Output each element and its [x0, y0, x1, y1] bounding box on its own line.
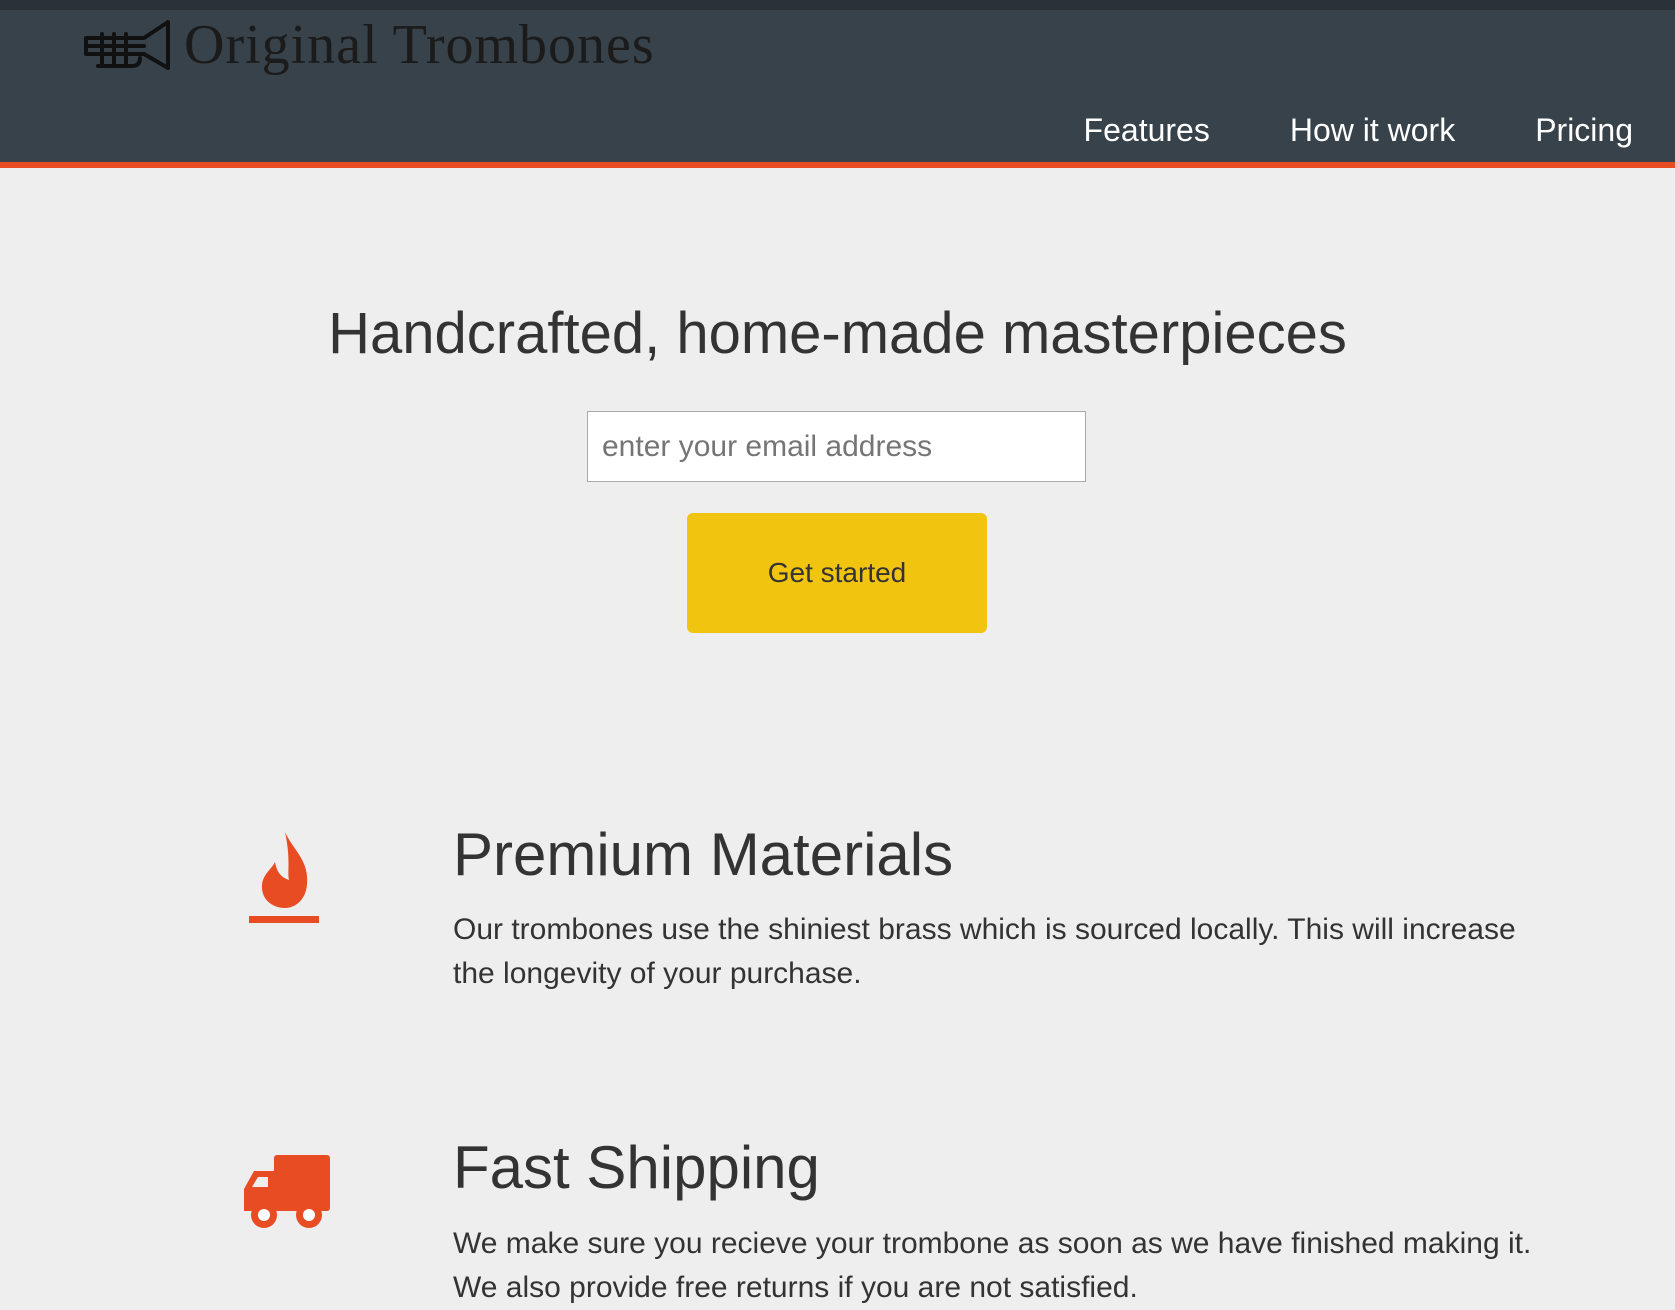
truck-icon: [244, 1155, 330, 1228]
nav-link-how-it-work[interactable]: How it work: [1290, 92, 1455, 168]
feature-title: Premium Materials: [453, 821, 954, 888]
hero-title: Handcrafted, home-made masterpieces: [328, 301, 1347, 366]
site-header: Original Trombones Features How it work …: [0, 0, 1675, 168]
get-started-button[interactable]: Get started: [687, 513, 987, 633]
feature-description: We make sure you recieve your trombone a…: [453, 1227, 1532, 1304]
email-input[interactable]: [587, 411, 1086, 482]
feature-title: Fast Shipping: [453, 1134, 820, 1201]
nav-link-features[interactable]: Features: [1084, 92, 1210, 168]
nav-link-pricing[interactable]: Pricing: [1535, 92, 1633, 168]
feature-description: Our trombones use the shiniest brass whi…: [453, 913, 1516, 990]
trumpet-logo-icon: [84, 20, 170, 70]
brand-logo[interactable]: Original Trombones: [84, 16, 655, 74]
main-nav: Features How it work Pricing: [1004, 92, 1633, 168]
brand-name: Original Trombones: [184, 14, 655, 76]
flame-icon: [249, 832, 319, 923]
